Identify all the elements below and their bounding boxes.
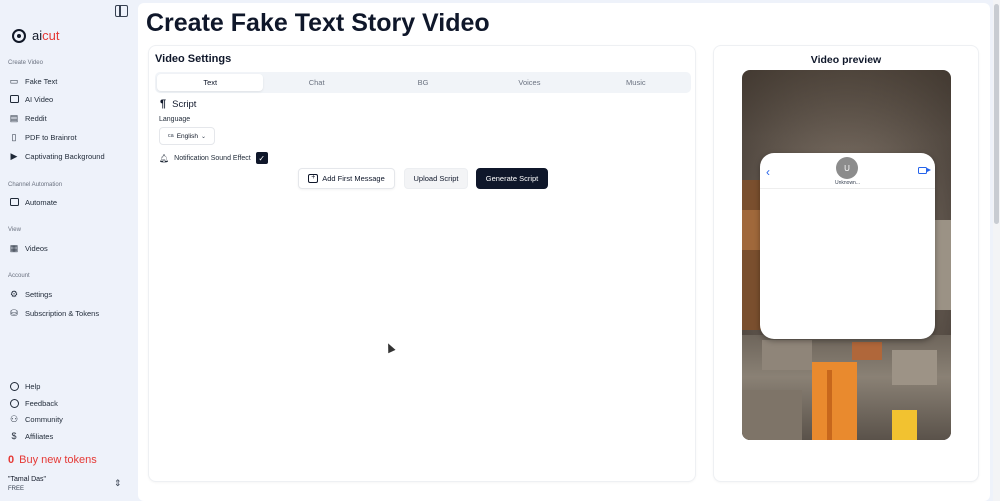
- plus-circle-icon: [9, 398, 19, 408]
- section-account: Account: [8, 273, 30, 279]
- buy-tokens-label: Buy new tokens: [19, 454, 97, 466]
- tab-voices[interactable]: Voices: [476, 74, 582, 91]
- mouse-cursor-icon: [384, 341, 396, 354]
- sidebar-item-ai-video[interactable]: AI Video: [9, 94, 53, 104]
- sidebar-item-automate[interactable]: Automate: [9, 197, 57, 207]
- language-select[interactable]: ca English ⌄: [159, 127, 215, 145]
- sidebar-item-settings[interactable]: ⚙ Settings: [9, 289, 52, 299]
- sidebar-item-reddit[interactable]: ▤ Reddit: [9, 113, 47, 123]
- sidebar-item-affiliates[interactable]: $ Affiliates: [9, 431, 53, 441]
- bell-icon: 🔔︎: [159, 153, 170, 163]
- brand-name: aicut: [32, 28, 60, 43]
- sidebar-item-captivating-background[interactable]: ▶ Captivating Background: [9, 151, 105, 161]
- settings-tabs: Text Chat BG Voices Music: [155, 72, 691, 93]
- tab-text[interactable]: Text: [157, 74, 264, 91]
- gear-icon: ⚙: [9, 288, 19, 299]
- user-name: "Tamal Das": [8, 476, 47, 483]
- sidebar: aicut Create Video ▭ Fake Text AI Video …: [0, 0, 138, 501]
- tab-music[interactable]: Music: [583, 74, 689, 91]
- sidebar-item-videos[interactable]: ▦ Videos: [9, 243, 48, 253]
- notification-label: Notification Sound Effect: [174, 154, 251, 162]
- video-preview-title: Video preview: [810, 54, 882, 66]
- scrollbar-thumb[interactable]: [994, 4, 999, 224]
- chat-header: ‹ U Unknown...: [760, 153, 935, 189]
- video-settings-card: Video Settings Text Chat BG Voices Music…: [148, 45, 696, 482]
- chat-square-icon: ▭: [9, 75, 19, 86]
- language-value: English: [176, 132, 199, 140]
- upload-script-button[interactable]: Upload Script: [404, 168, 468, 189]
- sidebar-item-feedback[interactable]: Feedback: [9, 398, 58, 408]
- dollar-circle-icon: $: [11, 431, 17, 441]
- section-view: View: [8, 227, 21, 233]
- help-circle-icon: [9, 381, 19, 391]
- file-icon: ▯: [11, 131, 17, 142]
- video-call-icon: [918, 167, 931, 174]
- page-title: Create Fake Text Story Video: [146, 9, 490, 37]
- chevron-down-icon: ⌄: [201, 133, 207, 140]
- video-settings-title: Video Settings: [155, 53, 232, 65]
- tab-chat[interactable]: Chat: [263, 74, 369, 91]
- sidebar-item-pdf-to-brainrot[interactable]: ▯ PDF to Brainrot: [9, 132, 77, 142]
- notification-checkbox[interactable]: ✓: [255, 152, 268, 164]
- image-plus-icon: [9, 94, 19, 104]
- section-channel-automation: Channel Automation: [8, 182, 63, 188]
- token-count: 0: [8, 454, 15, 466]
- users-icon: ⚇: [9, 413, 19, 424]
- video-camera-icon: ▶: [10, 150, 18, 161]
- phone-mockup: ‹ U Unknown...: [760, 153, 935, 339]
- robot-icon: [9, 197, 19, 207]
- tab-bg[interactable]: BG: [370, 74, 476, 91]
- sidebar-item-community[interactable]: ⚇ Community: [9, 414, 63, 424]
- add-first-message-button[interactable]: + Add First Message: [298, 168, 395, 189]
- film-icon: ▦: [9, 242, 19, 253]
- back-chevron-icon: ‹: [766, 165, 770, 179]
- user-plan: FREE: [8, 486, 25, 492]
- language-flag: ca: [167, 133, 174, 139]
- user-menu-chevrons-icon[interactable]: ⇕: [114, 478, 122, 489]
- sidebar-item-subscription[interactable]: ⛁ Subscription & Tokens: [9, 308, 99, 318]
- generate-script-button[interactable]: Generate Script: [476, 168, 548, 189]
- buy-tokens-link[interactable]: 0 Buy new tokens: [8, 454, 97, 466]
- page-scrollbar[interactable]: [993, 0, 1000, 501]
- section-create-video: Create Video: [8, 60, 43, 66]
- main-content: Create Fake Text Story Video Video Setti…: [138, 3, 990, 501]
- document-icon: ▤: [9, 112, 19, 123]
- sidebar-toggle-icon[interactable]: [115, 5, 128, 17]
- script-heading: ¶ Script: [160, 98, 197, 110]
- video-preview-card: Video preview ‹ U Unknown...: [713, 45, 979, 482]
- sidebar-item-help[interactable]: Help: [9, 381, 40, 391]
- contact-avatar: U: [836, 157, 858, 179]
- contact-name: Unknown...: [834, 180, 860, 186]
- tokens-icon: ⛁: [10, 307, 18, 318]
- brand-logo[interactable]: aicut: [12, 28, 59, 43]
- message-plus-icon: +: [308, 174, 319, 183]
- language-label: Language: [159, 116, 191, 123]
- sidebar-item-fake-text[interactable]: ▭ Fake Text: [9, 75, 58, 86]
- pilcrow-icon: ¶: [160, 98, 167, 110]
- logo-icon: [12, 28, 26, 43]
- video-preview-frame[interactable]: ‹ U Unknown...: [742, 70, 951, 440]
- notification-sound-row: 🔔︎ Notification Sound Effect ✓: [159, 152, 268, 164]
